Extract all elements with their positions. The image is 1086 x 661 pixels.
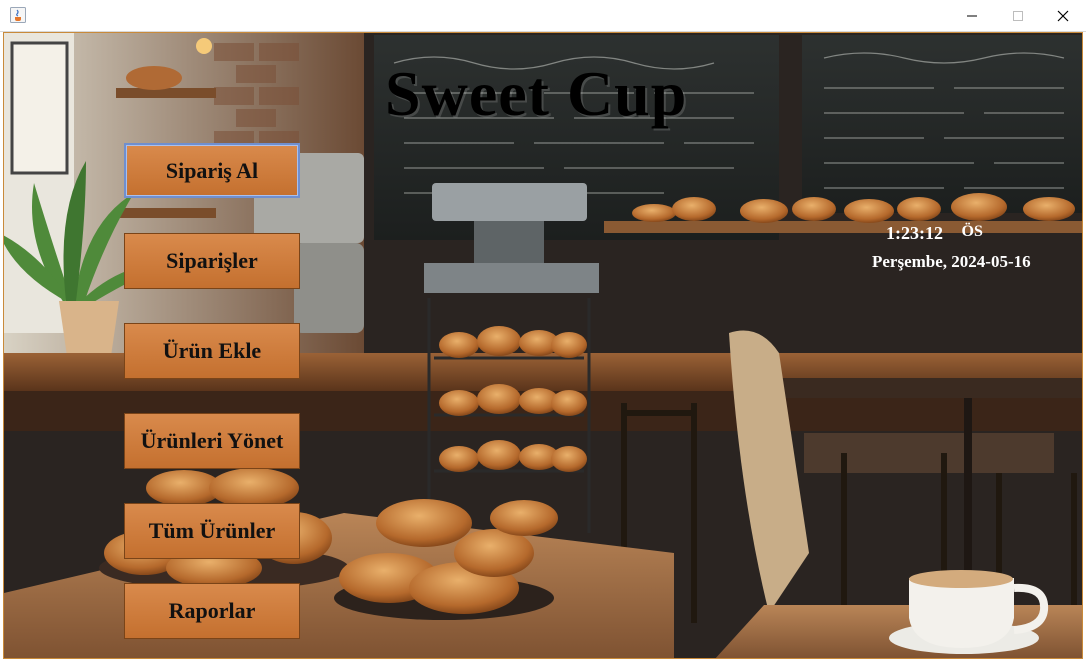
clock-date: Perşembe, 2024-05-16 xyxy=(872,252,1031,271)
window-titlebar xyxy=(0,0,1086,32)
minimize-icon xyxy=(967,15,977,16)
java-app-icon xyxy=(10,7,26,23)
minimize-button[interactable] xyxy=(949,0,995,31)
all-products-button[interactable]: Tüm Ürünler xyxy=(124,503,300,559)
clock-time: 1:23:12 xyxy=(886,223,943,243)
manage-products-button[interactable]: Ürünleri Yönet xyxy=(124,413,300,469)
clock-ampm: ÖS xyxy=(961,223,983,240)
maximize-button[interactable] xyxy=(995,0,1041,31)
app-title: Sweet Cup xyxy=(385,58,688,129)
close-button[interactable] xyxy=(1040,0,1086,31)
reports-button[interactable]: Raporlar xyxy=(124,583,300,639)
clock: 1:23:12 ÖS xyxy=(886,223,983,244)
maximize-icon xyxy=(1013,10,1023,21)
take-order-button[interactable]: Sipariş Al xyxy=(124,143,300,198)
add-product-button[interactable]: Ürün Ekle xyxy=(124,323,300,379)
close-icon xyxy=(1057,10,1069,21)
orders-button[interactable]: Siparişler xyxy=(124,233,300,289)
